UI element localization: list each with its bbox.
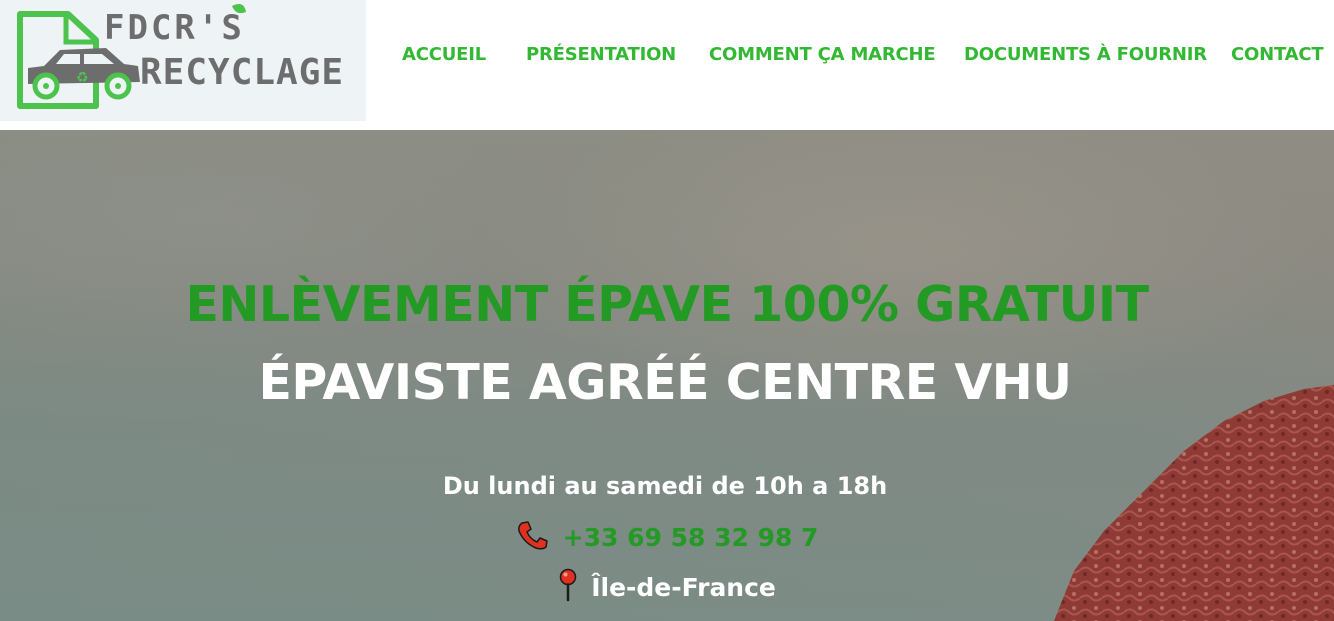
logo-line-1: FDCR'S (104, 8, 245, 48)
map-pin-icon (558, 568, 578, 606)
phone-contact[interactable]: +33 69 58 32 98 7 (0, 520, 1334, 554)
opening-hours: Du lundi au samedi de 10h a 18h (442, 472, 888, 500)
main-navigation: ACCUEIL PRÉSENTATION COMMENT ÇA MARCHE D… (0, 44, 1334, 70)
hero-title: ENLÈVEMENT ÉPAVE 100% GRATUIT (185, 276, 1149, 333)
phone-number-link[interactable]: +33 69 58 32 98 7 (563, 523, 819, 552)
nav-item-contact[interactable]: CONTACT (1231, 44, 1324, 65)
hero-banner: ENLÈVEMENT ÉPAVE 100% GRATUIT ÉPAVISTE A… (0, 130, 1334, 621)
nav-item-comment-ca-marche[interactable]: COMMENT ÇA MARCHE (709, 44, 936, 65)
hero-subtitle: ÉPAVISTE AGRÉÉ CENTRE VHU (258, 354, 1072, 411)
site-header: ♻ FDCR'S RECYCLAGE ACCUEIL PRÉSENTATION … (0, 0, 1334, 130)
nav-item-accueil[interactable]: ACCUEIL (402, 44, 486, 65)
phone-icon (516, 520, 548, 554)
nav-item-documents-a-fournir[interactable]: DOCUMENTS À FOURNIR (964, 44, 1207, 65)
svg-text:♻: ♻ (76, 70, 89, 86)
location-text: Île-de-France (591, 572, 776, 602)
nav-item-presentation[interactable]: PRÉSENTATION (526, 44, 676, 65)
location-info: Île-de-France (0, 568, 1334, 606)
